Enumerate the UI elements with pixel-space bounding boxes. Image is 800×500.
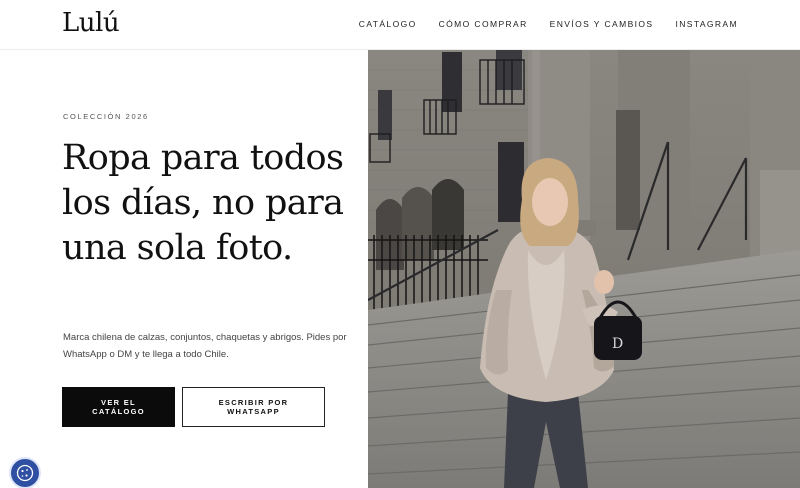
svg-text:D: D xyxy=(612,336,623,352)
main-nav: CATÁLOGO CÓMO COMPRAR ENVÍOS Y CAMBIOS I… xyxy=(359,19,738,29)
hero-photo: D xyxy=(368,50,800,488)
nav-link-envios-cambios[interactable]: ENVÍOS Y CAMBIOS xyxy=(550,19,654,29)
nav-link-instagram[interactable]: INSTAGRAM xyxy=(675,19,738,29)
cookie-icon xyxy=(16,464,34,482)
brand-logo[interactable]: Lulú xyxy=(62,8,120,38)
cookie-settings-button[interactable] xyxy=(9,457,41,489)
nav-link-catalogo[interactable]: CATÁLOGO xyxy=(359,19,417,29)
site-header: Lulú CATÁLOGO CÓMO COMPRAR ENVÍOS Y CAMB… xyxy=(0,0,800,50)
bottom-pink-strip xyxy=(0,488,800,500)
whatsapp-button[interactable]: ESCRIBIR POR WHATSAPP xyxy=(182,387,325,427)
collection-eyebrow: COLECCIÓN 2026 xyxy=(63,112,149,121)
hero-headline: Ropa para todos los días, no para una so… xyxy=(62,138,344,268)
hero-photo-illustration: D xyxy=(368,50,800,488)
nav-link-como-comprar[interactable]: CÓMO COMPRAR xyxy=(439,19,528,29)
hero-text-panel: COLECCIÓN 2026 Ropa para todos los días,… xyxy=(0,50,368,488)
hero-description: Marca chilena de calzas, conjuntos, chaq… xyxy=(63,332,347,360)
view-catalog-button[interactable]: VER EL CATÁLOGO xyxy=(62,387,175,427)
